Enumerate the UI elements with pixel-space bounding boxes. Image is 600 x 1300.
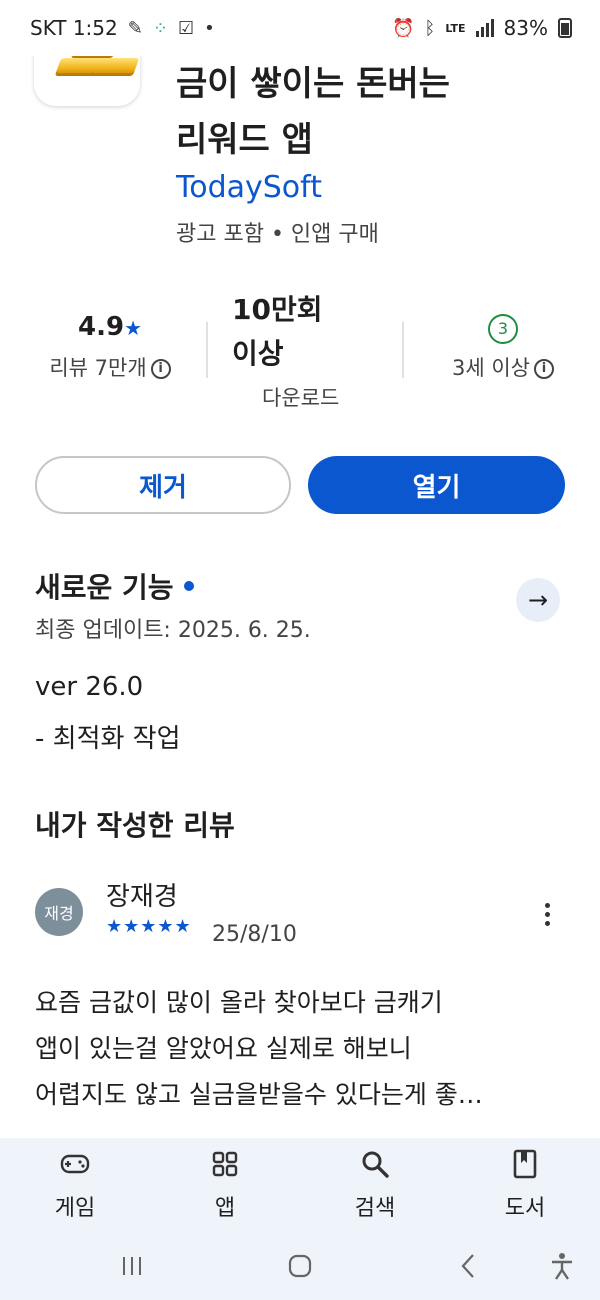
apps-grid-icon bbox=[165, 1148, 285, 1180]
review-text[interactable]: 요즘 금값이 많이 올라 찾아보다 금캐기 앱이 있는걸 알았어요 실제로 해보… bbox=[35, 980, 565, 1118]
status-right: ⏰ ᛒ LTE 83% bbox=[392, 16, 572, 40]
app-title-line-1: 금이 쌓이는 돈버는 bbox=[176, 64, 450, 104]
info-icon: i bbox=[150, 359, 171, 379]
home-icon[interactable] bbox=[270, 1250, 330, 1282]
new-indicator-dot bbox=[183, 581, 194, 591]
signal-icon bbox=[475, 19, 494, 37]
bottom-navigation: 게임 앱 검색 도서 bbox=[0, 1138, 600, 1230]
status-left: SKT 1:52 ✎ ⁘ ☑ • bbox=[30, 16, 215, 40]
nav-games[interactable]: 게임 bbox=[15, 1148, 135, 1222]
review-stars: ★★★★★ bbox=[106, 916, 192, 937]
status-bar: SKT 1:52 ✎ ⁘ ☑ • ⏰ ᛒ LTE 83% bbox=[0, 0, 600, 56]
age-rating-badge-icon: 3 bbox=[488, 314, 518, 344]
checkbox-icon: ☑ bbox=[177, 17, 195, 39]
gamepad-icon bbox=[15, 1148, 135, 1180]
edit-pen-icon: ✎ bbox=[127, 17, 143, 39]
divider bbox=[402, 322, 404, 378]
bluetooth-icon: ᛒ bbox=[424, 17, 436, 39]
nav-label: 검색 bbox=[354, 1196, 396, 1221]
nav-apps[interactable]: 앱 bbox=[165, 1148, 285, 1222]
downloads-label: 다운로드 bbox=[262, 386, 340, 410]
review-date: 25/8/10 bbox=[212, 922, 297, 947]
developer-link[interactable]: TodaySoft bbox=[176, 170, 322, 205]
accessibility-icon[interactable] bbox=[532, 1250, 592, 1282]
app-tags: 광고 포함 • 인앱 구매 bbox=[176, 222, 379, 247]
age-rating-stat[interactable]: 3 3세 이상 i bbox=[428, 314, 578, 382]
network-type: LTE bbox=[445, 21, 466, 35]
last-updated: 최종 업데이트: 2025. 6. 25. bbox=[35, 618, 311, 643]
reviews-count-label: 리뷰 7만개 bbox=[49, 356, 147, 380]
search-icon bbox=[315, 1148, 435, 1180]
release-version: ver 26.0 bbox=[35, 672, 144, 702]
downloads-stat: 10만회 이상 다운로드 bbox=[232, 288, 372, 412]
downloads-value-2: 이상 bbox=[232, 337, 284, 370]
release-note: - 최적화 작업 bbox=[35, 724, 181, 754]
uninstall-button[interactable]: 제거 bbox=[35, 456, 291, 514]
my-review-title: 내가 작성한 리뷰 bbox=[35, 809, 235, 842]
whats-new-title: 새로운 기능 bbox=[35, 566, 194, 606]
recent-apps-icon[interactable] bbox=[102, 1250, 162, 1282]
arrow-right-icon[interactable]: → bbox=[516, 578, 560, 622]
gold-bar-icon bbox=[90, 58, 140, 76]
nav-search[interactable]: 검색 bbox=[315, 1148, 435, 1222]
nav-label: 앱 bbox=[214, 1196, 236, 1221]
divider bbox=[206, 322, 208, 378]
back-icon[interactable] bbox=[438, 1250, 498, 1282]
system-navigation-bar bbox=[0, 1230, 600, 1300]
more-options-icon[interactable] bbox=[532, 896, 562, 932]
review-text-line: 앱이 있는걸 알았어요 실제로 해보니 bbox=[35, 1034, 412, 1063]
rating-value: 4.9 bbox=[78, 312, 125, 342]
app-stats: 4.9★ 리뷰 7만개 i 10만회 이상 다운로드 3 3세 이상 i bbox=[0, 284, 600, 424]
age-rating-label: 3세 이상 bbox=[452, 356, 530, 380]
star-icon: ★ bbox=[124, 316, 142, 340]
app-title-line-2: 리워드 앱 bbox=[176, 120, 313, 160]
app-title: 금이 쌓이는 돈버는 리워드 앱 bbox=[176, 56, 576, 168]
dots-app-icon: ⁘ bbox=[152, 17, 168, 39]
review-text-line: 어렵지도 않고 실금을받을수 있다는게 좋… bbox=[35, 1080, 483, 1109]
avatar: 재경 bbox=[35, 888, 83, 936]
notification-dot-icon: • bbox=[204, 17, 215, 39]
rating-stat[interactable]: 4.9★ 리뷰 7만개 i bbox=[30, 312, 190, 382]
carrier-time: SKT 1:52 bbox=[30, 16, 118, 40]
alarm-icon: ⏰ bbox=[392, 17, 415, 39]
battery-percent: 83% bbox=[503, 16, 548, 40]
nav-books[interactable]: 도서 bbox=[465, 1148, 585, 1222]
reviewer-name: 장재경 bbox=[106, 882, 178, 912]
nav-label: 게임 bbox=[54, 1196, 96, 1221]
info-icon: i bbox=[534, 359, 554, 379]
whats-new-title-text: 새로운 기능 bbox=[35, 571, 174, 604]
battery-icon bbox=[558, 18, 572, 38]
downloads-value-1: 10만회 bbox=[232, 293, 323, 326]
book-icon bbox=[465, 1148, 585, 1180]
open-button[interactable]: 열기 bbox=[308, 456, 565, 514]
review-text-line: 요즘 금값이 많이 올라 찾아보다 금캐기 bbox=[35, 988, 443, 1017]
nav-label: 도서 bbox=[504, 1196, 546, 1221]
